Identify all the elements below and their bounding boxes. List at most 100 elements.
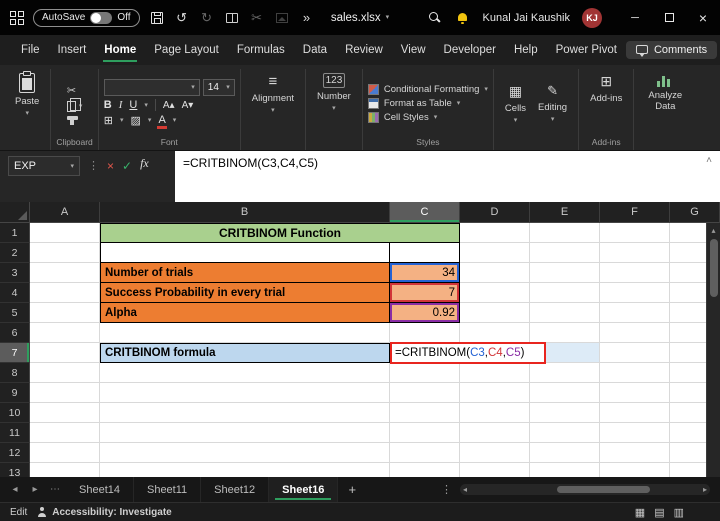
col-header-F[interactable]: F: [600, 202, 670, 223]
cell-D9[interactable]: [460, 383, 530, 403]
tab-overflow-icon[interactable]: ⋮: [435, 483, 458, 496]
autosave-toggle[interactable]: AutoSave Off: [33, 8, 140, 27]
col-header-B[interactable]: B: [100, 202, 390, 223]
analyze-data-button[interactable]: Analyze Data: [639, 71, 691, 114]
scroll-up-icon[interactable]: ▴: [711, 223, 715, 237]
row-header-8[interactable]: 8: [0, 363, 30, 383]
menu-item-page-layout[interactable]: Page Layout: [145, 35, 228, 65]
select-all-button[interactable]: [0, 202, 30, 223]
row-header-4[interactable]: 4: [0, 283, 30, 303]
cell-E5[interactable]: [530, 303, 600, 323]
bold-button[interactable]: B: [104, 99, 112, 111]
notifications-button[interactable]: [455, 12, 471, 24]
cell-C10[interactable]: [390, 403, 460, 423]
cell-B10[interactable]: [100, 403, 390, 423]
cell-E6[interactable]: [530, 323, 600, 343]
cell-D3[interactable]: [460, 263, 530, 283]
cell-D6[interactable]: [460, 323, 530, 343]
cell-A7[interactable]: [30, 343, 100, 363]
cell-D13[interactable]: [460, 463, 530, 477]
cell-F5[interactable]: [600, 303, 670, 323]
menu-item-help[interactable]: Help: [505, 35, 547, 65]
horizontal-scrollbar-thumb[interactable]: [557, 486, 650, 493]
quick-access-overflow-button[interactable]: »: [299, 10, 315, 25]
cell-B11[interactable]: [100, 423, 390, 443]
prev-sheet-button[interactable]: ◂: [6, 484, 24, 495]
cell-B9[interactable]: [100, 383, 390, 403]
confirm-entry-button[interactable]: ✓: [122, 156, 132, 176]
cell-A9[interactable]: [30, 383, 100, 403]
editing-button[interactable]: ✎ Editing ▾: [532, 71, 573, 135]
row-header-2[interactable]: 2: [0, 243, 30, 263]
cell-F12[interactable]: [600, 443, 670, 463]
cell-A6[interactable]: [30, 323, 100, 343]
cell-B7[interactable]: CRITBINOM formula: [100, 343, 390, 363]
scroll-right-icon[interactable]: ▸: [703, 485, 707, 494]
cell-C6[interactable]: [390, 323, 460, 343]
cell-F11[interactable]: [600, 423, 670, 443]
fill-color-button[interactable]: ▨: [131, 114, 141, 127]
next-sheet-button[interactable]: ▸: [26, 484, 44, 495]
row-header-12[interactable]: 12: [0, 443, 30, 463]
cell-F2[interactable]: [600, 243, 670, 263]
col-header-D[interactable]: D: [460, 202, 530, 223]
shrink-font-button[interactable]: A▾: [182, 100, 194, 111]
page-layout-view-button[interactable]: ▤: [654, 506, 664, 519]
menu-item-insert[interactable]: Insert: [49, 35, 96, 65]
number-button[interactable]: 123 Number ▾: [311, 71, 357, 114]
collapse-formula-bar-icon[interactable]: ˄: [706, 155, 712, 166]
sheet-tab-sheet11[interactable]: Sheet11: [134, 477, 202, 502]
underline-button[interactable]: U: [129, 99, 137, 111]
cut-button[interactable]: ✂: [249, 10, 265, 26]
cell-B3[interactable]: Number of trials: [100, 263, 390, 283]
grow-font-button[interactable]: A▴: [163, 100, 175, 111]
cell-E2[interactable]: [530, 243, 600, 263]
col-header-G[interactable]: G: [670, 202, 720, 223]
document-title[interactable]: sales.xlsx ▾: [331, 12, 389, 24]
redo-button[interactable]: ↻: [199, 10, 215, 26]
all-sheets-button[interactable]: ⋯: [46, 484, 64, 495]
row-header-11[interactable]: 11: [0, 423, 30, 443]
cell-B4[interactable]: Success Probability in every trial: [100, 283, 390, 303]
cell-E13[interactable]: [530, 463, 600, 477]
cell-F10[interactable]: [600, 403, 670, 423]
image-button[interactable]: [274, 12, 290, 23]
formula-input[interactable]: =CRITBINOM(C3,C4,C5) ˄: [175, 151, 720, 202]
name-box[interactable]: EXP ▾: [8, 156, 80, 176]
cell-B5[interactable]: Alpha: [100, 303, 390, 323]
italic-button[interactable]: I: [119, 99, 123, 111]
cell-E4[interactable]: [530, 283, 600, 303]
font-color-button[interactable]: A: [157, 115, 168, 129]
cell-D8[interactable]: [460, 363, 530, 383]
row-header-7[interactable]: 7: [0, 343, 30, 363]
menu-item-data[interactable]: Data: [294, 35, 336, 65]
cell-C7-edit-box[interactable]: =CRITBINOM(C3,C4,C5): [390, 342, 546, 364]
cell-F7[interactable]: [600, 343, 670, 363]
new-sheet-button[interactable]: +: [340, 482, 364, 497]
autosave-switch-icon[interactable]: [90, 11, 113, 24]
cell-C4[interactable]: 7: [390, 283, 460, 303]
cell-F9[interactable]: [600, 383, 670, 403]
menu-item-review[interactable]: Review: [336, 35, 392, 65]
cell-C11[interactable]: [390, 423, 460, 443]
col-header-C[interactable]: C: [390, 202, 460, 223]
menu-item-developer[interactable]: Developer: [435, 35, 505, 65]
font-name-select[interactable]: ▾: [103, 79, 200, 96]
cell-F13[interactable]: [600, 463, 670, 477]
conditional-formatting-button[interactable]: Conditional Formatting ▾: [367, 83, 488, 95]
save-button[interactable]: [149, 11, 165, 24]
cell-D2[interactable]: [460, 243, 530, 263]
col-header-E[interactable]: E: [530, 202, 600, 223]
cell-F3[interactable]: [600, 263, 670, 283]
cell-A8[interactable]: [30, 363, 100, 383]
cell-B2[interactable]: [100, 243, 390, 263]
cell-E3[interactable]: [530, 263, 600, 283]
sheet-tab-sheet14[interactable]: Sheet14: [66, 477, 134, 502]
cell-E8[interactable]: [530, 363, 600, 383]
col-header-A[interactable]: A: [30, 202, 100, 223]
menu-item-file[interactable]: File: [12, 35, 49, 65]
cell-B13[interactable]: [100, 463, 390, 477]
cancel-entry-button[interactable]: ×: [107, 156, 114, 176]
cell-A12[interactable]: [30, 443, 100, 463]
menu-item-formulas[interactable]: Formulas: [228, 35, 294, 65]
